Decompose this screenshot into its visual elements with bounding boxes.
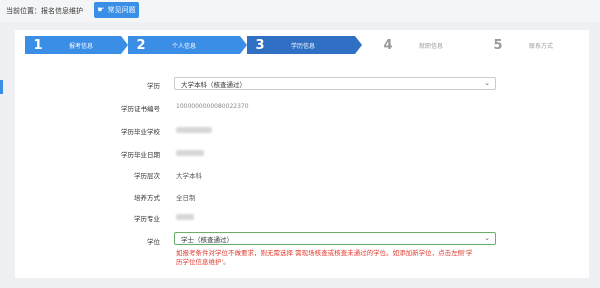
school-value-redacted: [176, 126, 212, 134]
major-label: 学历专业: [134, 215, 160, 223]
step-arrow: [355, 36, 362, 54]
level-label: 学历层次: [134, 172, 160, 180]
step-number: 4: [383, 37, 393, 53]
step-label: 学历信息: [291, 42, 316, 50]
step-progress-bar: 1 报考信息 2 个人信息 3 学历信息 4 就职信息 5 联系方式: [25, 36, 577, 54]
mode-label: 培养方式: [134, 194, 160, 202]
step-arrow: [240, 36, 247, 54]
form-row-level: 学历层次 大学本科: [0, 170, 600, 184]
faq-button[interactable]: ☛ 常见问题: [94, 2, 139, 18]
cert-no-value: 1000000000080022370: [176, 103, 249, 110]
step-number: 1: [33, 37, 43, 53]
mode-value: 全日制: [176, 194, 196, 202]
level-value: 大学本科: [176, 172, 202, 180]
step-3[interactable]: 3 学历信息: [247, 36, 355, 54]
school-label: 学历毕业学校: [121, 128, 160, 136]
education-label: 学历: [147, 82, 160, 90]
breadcrumb: 当前位置：报名信息维护: [6, 7, 83, 15]
step-number: 2: [136, 37, 146, 53]
form-row-cert-no: 学历证书编号 1000000000080022370: [0, 103, 600, 117]
degree-warning-text: 如报考条件对学位不做要求，则无需选择 需现场核查或核查未通过的学位。如添加新学位…: [176, 249, 473, 266]
top-bar: 当前位置：报名信息维护 ☛ 常见问题: [0, 0, 600, 22]
chevron-down-icon: ⌄: [484, 79, 490, 87]
step-label: 个人信息: [172, 42, 197, 50]
degree-label: 学位: [147, 238, 160, 246]
form-row-major: 学历专业: [0, 213, 600, 227]
step-arrow: [121, 36, 128, 54]
hand-pointer-icon: ☛: [97, 5, 105, 14]
step-number: 5: [493, 37, 503, 53]
step-label: 报考信息: [69, 42, 94, 50]
cert-no-label: 学历证书编号: [121, 105, 160, 113]
step-label: 联系方式: [529, 42, 554, 50]
step-number: 3: [255, 37, 265, 53]
chevron-down-icon: ⌄: [484, 234, 490, 242]
education-select[interactable]: 大学本科（核查通过） ⌄: [174, 77, 496, 90]
grad-date-value-redacted: [176, 149, 204, 157]
form-row-mode: 培养方式 全日制: [0, 192, 600, 206]
step-5[interactable]: 5 联系方式: [485, 36, 577, 54]
form-row-grad-date: 学历毕业日期: [0, 149, 600, 163]
faq-button-label: 常见问题: [107, 6, 136, 14]
grad-date-label: 学历毕业日期: [121, 151, 160, 159]
step-2[interactable]: 2 个人信息: [128, 36, 240, 54]
major-value-redacted: [176, 213, 194, 221]
step-4[interactable]: 4 就职信息: [375, 36, 475, 54]
step-1[interactable]: 1 报考信息: [25, 36, 121, 54]
form-row-degree: 学位 学士（核查通过） ⌄: [0, 232, 600, 250]
form-row-education: 学历 大学本科（核查通过） ⌄: [0, 77, 600, 94]
education-select-value: 大学本科（核查通过）: [181, 80, 246, 89]
degree-select-value: 学士（核查通过）: [181, 235, 233, 244]
step-label: 就职信息: [419, 42, 444, 50]
form-row-school: 学历毕业学校: [0, 126, 600, 140]
degree-select[interactable]: 学士（核查通过） ⌄: [174, 232, 496, 245]
